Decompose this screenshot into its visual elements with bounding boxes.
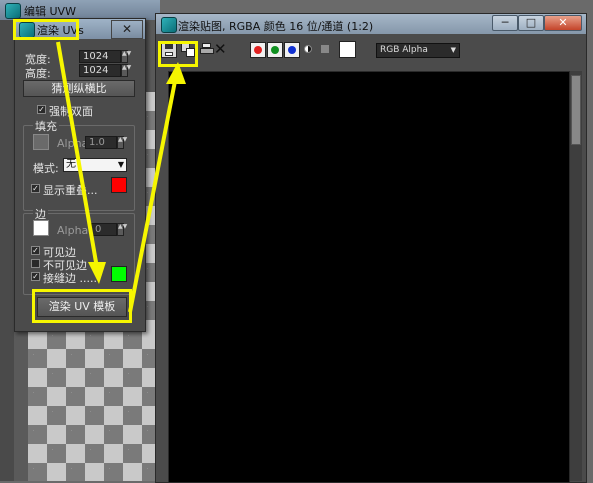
arrowhead-down bbox=[88, 262, 106, 284]
arrow-title-to-button bbox=[56, 41, 99, 269]
arrow-button-to-save bbox=[128, 75, 178, 313]
arrowhead-up bbox=[166, 62, 186, 84]
annotation-arrows bbox=[56, 41, 186, 313]
